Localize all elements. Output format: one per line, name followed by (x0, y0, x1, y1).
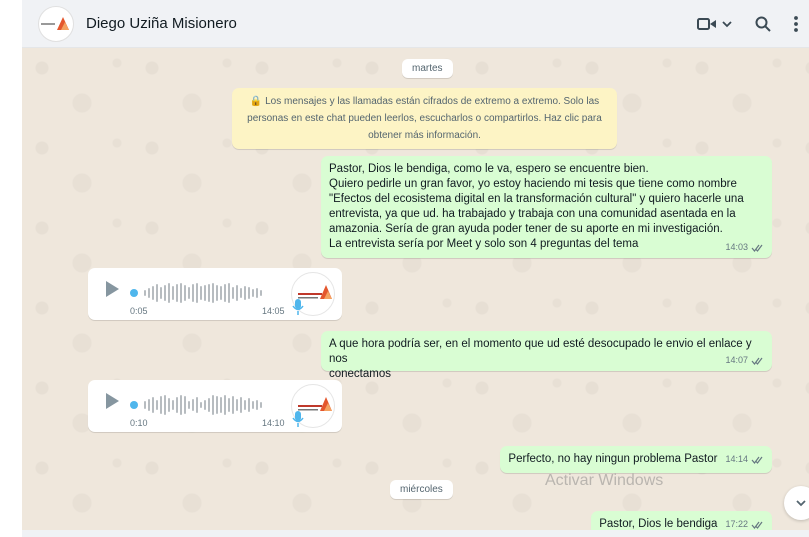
encryption-line: personas en este chat pueden leerlos, es… (247, 113, 602, 124)
menu-icon (794, 15, 798, 32)
video-call-icon (697, 17, 716, 30)
play-icon[interactable] (104, 392, 120, 410)
message-line: Quiero pedirle un gran favor, yo estoy h… (329, 178, 737, 190)
message-time: 14:14 (725, 454, 748, 464)
double-check-icon (751, 456, 763, 464)
day-label-tuesday: martes (402, 59, 453, 78)
composer-bar-edge (22, 530, 809, 537)
message-time: 14:10 (262, 418, 285, 428)
double-check-icon (751, 244, 763, 252)
chat-header: Diego Uziña Misionero (22, 0, 809, 48)
message-line: conectamos (329, 368, 392, 380)
message-text: Perfecto, no hay ningun problema Pastor (508, 453, 718, 465)
play-icon[interactable] (104, 280, 120, 298)
message-line: amazonia. Sería de gran ayuda poder tene… (329, 223, 723, 235)
contact-name[interactable]: Diego Uziña Misionero (86, 15, 697, 32)
search-icon (755, 16, 771, 32)
message-time: 14:07 (725, 355, 748, 365)
outgoing-message-1[interactable]: Pastor, Dios le bendiga, como le va, esp… (321, 156, 772, 258)
search-button[interactable] (755, 16, 771, 32)
outgoing-message-3[interactable]: Perfecto, no hay ningun problema Pastor … (500, 446, 772, 473)
outgoing-message-2[interactable]: A que hora podría ser, en el momento que… (321, 331, 772, 380)
double-check-icon (751, 357, 763, 365)
encryption-line: 🔒 Los mensajes y las llamadas están cifr… (249, 96, 600, 107)
chevron-down-icon (722, 20, 732, 27)
microphone-icon (292, 411, 304, 427)
audio-progress-dot[interactable] (130, 289, 138, 297)
message-time: 14:03 (725, 242, 748, 252)
encryption-line: obtener más información. (368, 130, 481, 141)
message-line: "Efectos del ecosistema digital en la tr… (329, 193, 744, 205)
incoming-audio-message-1[interactable]: 0:05 14:05 (88, 268, 342, 320)
contact-logo-icon (41, 16, 69, 30)
message-line: La entrevista sería por Meet y solo son … (329, 238, 639, 250)
chevron-down-icon (796, 500, 806, 507)
audio-waveform[interactable] (130, 282, 270, 304)
message-line: A que hora podría ser, en el momento que… (329, 338, 752, 365)
audio-duration: 0:10 (130, 418, 148, 428)
day-label-wednesday: miércoles (390, 480, 453, 499)
audio-waveform[interactable] (130, 394, 270, 416)
message-time: 14:05 (262, 306, 285, 316)
double-check-icon (751, 521, 763, 529)
message-line: entrevista, ya que ud. ha trabajado y tr… (329, 208, 736, 220)
video-call-button[interactable] (697, 17, 733, 31)
chat-area[interactable]: martes 🔒 Los mensajes y las llamadas est… (22, 48, 809, 537)
incoming-audio-message-2[interactable]: 0:10 14:10 (88, 380, 342, 432)
windows-activation-watermark: Activar Windows (545, 472, 664, 489)
message-line: Pastor, Dios le bendiga, como le va, esp… (329, 163, 649, 175)
audio-duration: 0:05 (130, 306, 148, 316)
encryption-notice[interactable]: 🔒 Los mensajes y las llamadas están cifr… (232, 88, 617, 149)
audio-progress-dot[interactable] (130, 401, 138, 409)
contact-avatar[interactable] (38, 5, 74, 42)
menu-button[interactable] (793, 15, 799, 33)
scroll-down-button[interactable] (784, 486, 809, 520)
microphone-icon (292, 299, 304, 315)
